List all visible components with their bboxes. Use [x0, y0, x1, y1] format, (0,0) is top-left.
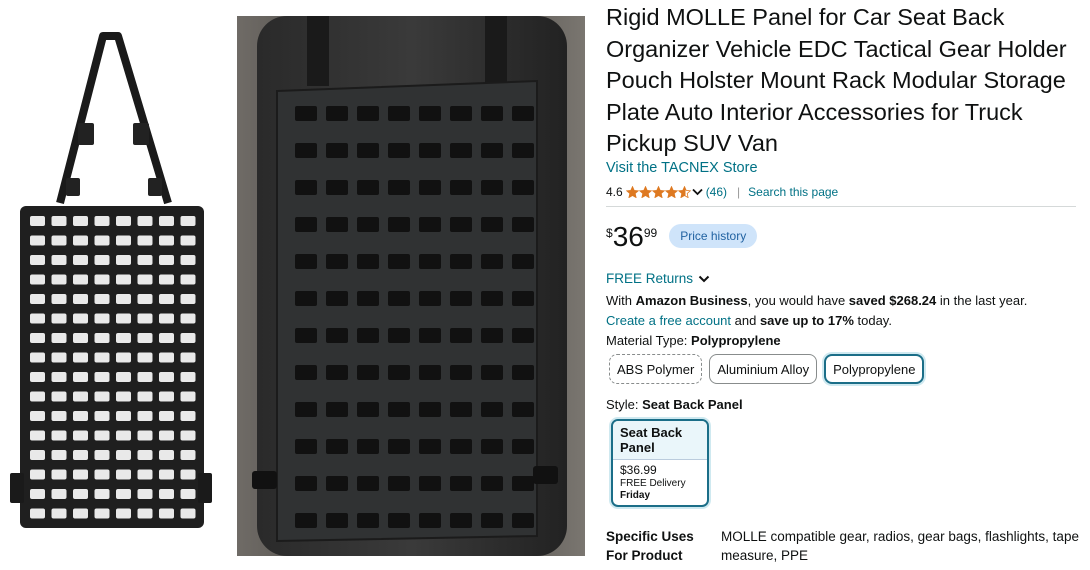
style-option-seat-back-panel[interactable]: Seat Back Panel $36.99 FREE Delivery Fri… — [611, 419, 709, 507]
star-icon — [625, 186, 639, 198]
price-whole: 36 — [612, 221, 644, 252]
style-card-price: $36.99 — [620, 463, 657, 477]
rating-chevron-down-icon[interactable] — [692, 188, 703, 196]
free-returns[interactable]: FREE Returns — [606, 271, 710, 286]
store-link[interactable]: Visit the TACNEX Store — [606, 160, 758, 176]
material-option-polypropylene[interactable]: Polypropylene — [824, 354, 925, 384]
material-type-label: Material Type: Polypropylene — [606, 333, 781, 348]
material-options: ABS Polymer Aluminium Alloy Polypropylen… — [609, 354, 931, 384]
star-icon — [664, 186, 678, 198]
star-icon — [651, 186, 665, 198]
material-option-abs-polymer[interactable]: ABS Polymer — [609, 354, 703, 384]
product-details-panel: Rigid MOLLE Panel for Car Seat Back Orga… — [606, 0, 1084, 570]
free-returns-label[interactable]: FREE Returns — [606, 271, 693, 286]
chevron-down-icon[interactable] — [698, 275, 710, 283]
spec-value: MOLLE compatible gear, radios, gear bags… — [721, 529, 1079, 563]
price-fraction: 99 — [643, 226, 658, 240]
spec-label: Specific Uses For Product — [606, 529, 694, 563]
rating-count-link[interactable]: (46) — [706, 185, 727, 199]
divider-line — [606, 206, 1076, 207]
material-option-aluminium-alloy[interactable]: Aluminium Alloy — [709, 354, 818, 384]
style-card-delivery: FREE Delivery — [620, 478, 686, 489]
star-icon — [638, 186, 652, 198]
rating-row: 4.6 (46) | Search this page — [606, 185, 838, 199]
search-this-page-link[interactable]: Search this page — [748, 185, 838, 199]
main-product-image[interactable] — [237, 16, 585, 556]
star-icon — [677, 186, 691, 198]
divider: | — [737, 185, 741, 199]
molle-panel-thumbnail-image — [10, 32, 212, 528]
seat-back-panel-photo — [237, 16, 585, 556]
price-currency: $ — [606, 226, 613, 240]
style-card-title: Seat Back Panel — [613, 421, 707, 459]
rating-value: 4.6 — [606, 185, 623, 199]
star-rating[interactable] — [625, 186, 691, 198]
product-thumbnail[interactable] — [8, 28, 213, 538]
product-title: Rigid MOLLE Panel for Car Seat Back Orga… — [606, 4, 1067, 156]
create-account-link[interactable]: Create a free account — [606, 313, 731, 328]
style-card-day: Friday — [620, 490, 651, 501]
business-savings-text: With Amazon Business, you would have sav… — [606, 293, 1028, 308]
create-account-text: Create a free account and save up to 17%… — [606, 313, 892, 328]
style-label: Style: Seat Back Panel — [606, 397, 743, 412]
price-history-button[interactable]: Price history — [669, 224, 758, 248]
price-block: $ 36 99 Price history — [606, 221, 758, 252]
